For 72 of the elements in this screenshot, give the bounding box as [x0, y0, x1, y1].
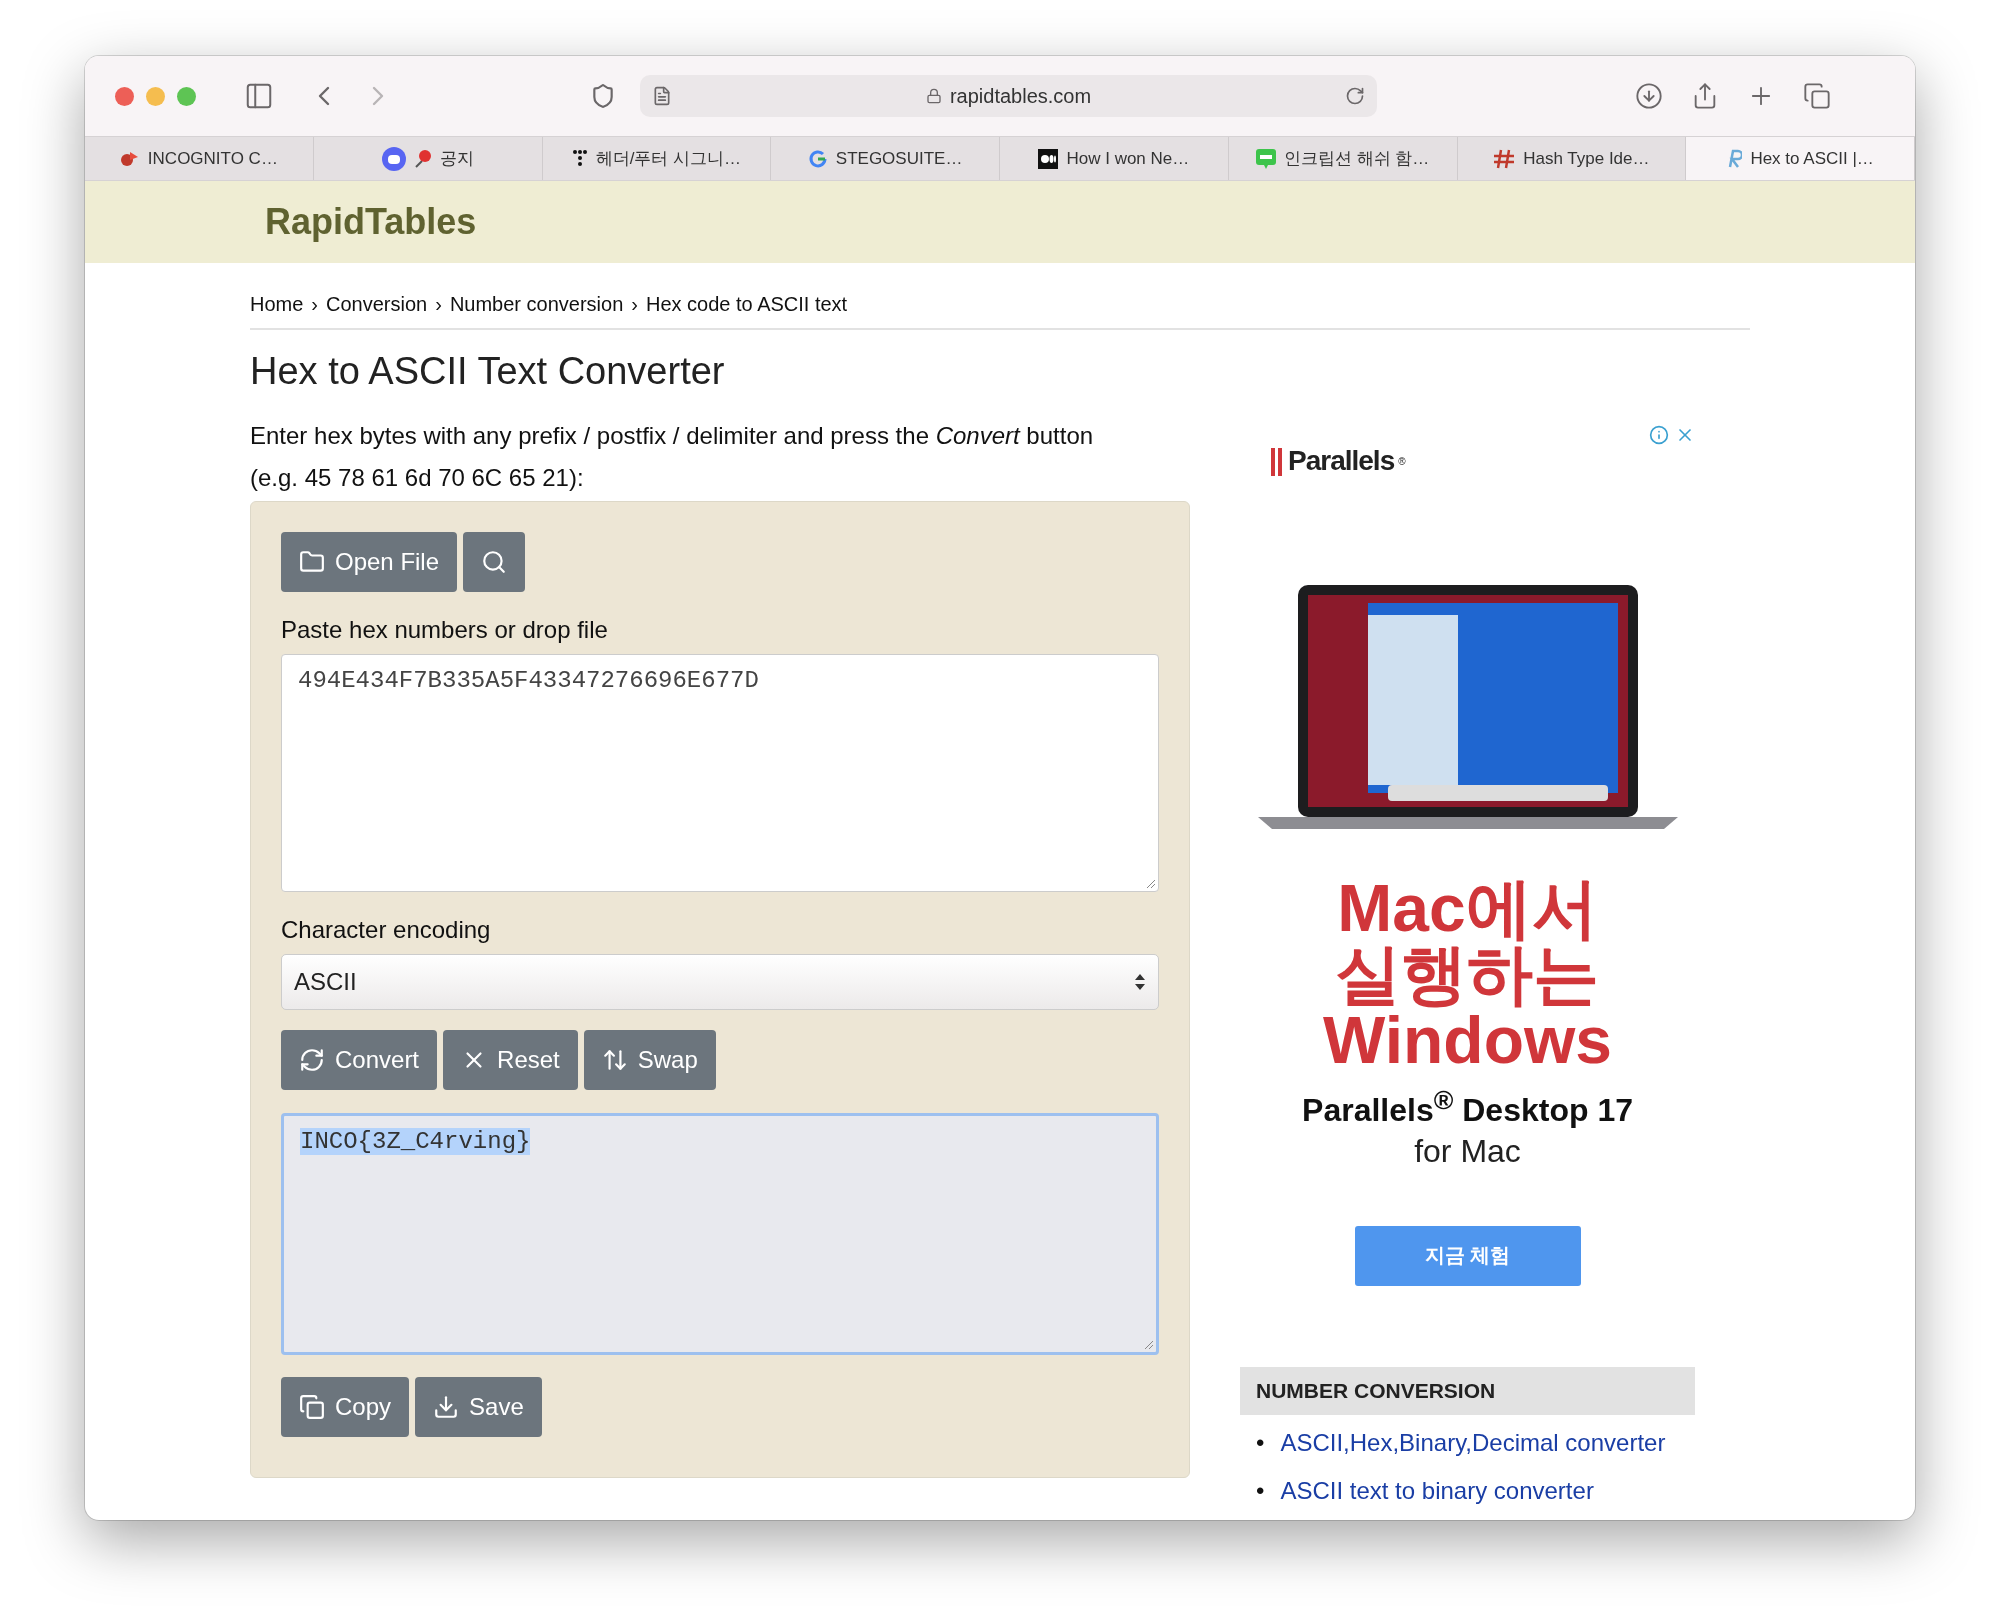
sidebar-link[interactable]: ASCII text to binary converter [1280, 1467, 1594, 1515]
breadcrumb-link[interactable]: Conversion [326, 293, 428, 316]
refresh-icon [299, 1047, 325, 1073]
breadcrumb-link[interactable]: Home [250, 293, 304, 316]
speech-bubble-icon [1255, 148, 1276, 169]
trademark-mark: ® [1398, 455, 1406, 467]
sidebar-heading: NUMBER CONVERSION [1240, 1367, 1695, 1415]
browser-tab[interactable]: 헤더/푸터 시그니… [542, 137, 772, 180]
g-letter-icon [807, 148, 828, 169]
download-icon[interactable] [1635, 82, 1663, 110]
breadcrumb-separator: › [311, 293, 319, 316]
browser-tab[interactable]: 인크립션 해쉬 함… [1228, 137, 1458, 180]
search-icon [481, 549, 508, 575]
updown-caret-icon [1134, 972, 1146, 992]
pin-icon [413, 148, 432, 169]
output-field[interactable]: INCO{3Z_C4rving} [281, 1113, 1159, 1355]
ad-headline: Mac에서 [1336, 875, 1599, 941]
sidebar-link[interactable]: ASCII,Hex,Binary,Decimal converter [1280, 1419, 1666, 1467]
swap-button[interactable]: Swap [583, 1030, 716, 1090]
hex-input-field[interactable]: 494E434F7B335A5F43347276696E677D [281, 654, 1159, 892]
browser-tab[interactable]: Hex to ASCII |… [1686, 137, 1915, 180]
browser-tab[interactable]: 공지 [313, 137, 543, 180]
breadcrumb-separator: › [435, 293, 442, 316]
breadcrumb-link[interactable]: Hex code to ASCII text [645, 293, 848, 316]
convert-button[interactable]: Convert [281, 1030, 438, 1090]
search-button[interactable] [463, 532, 526, 592]
encoding-label: Character encoding [281, 916, 492, 944]
resize-grip-icon[interactable] [1145, 878, 1155, 888]
close-window-button[interactable] [115, 86, 134, 106]
browser-tab[interactable]: INCOGNITO C… [85, 137, 314, 180]
shield-icon[interactable] [590, 83, 616, 109]
copy-icon [299, 1394, 325, 1420]
copy-button[interactable]: Copy [281, 1377, 410, 1437]
lock-icon [925, 88, 942, 104]
bullet: • [1256, 1476, 1265, 1506]
page-title: Hex to ASCII Text Converter [250, 350, 726, 393]
reload-icon[interactable] [1345, 86, 1365, 106]
browser-tab[interactable]: How I won Ne… [1000, 137, 1229, 180]
resize-grip-icon[interactable] [1143, 1339, 1153, 1349]
dots-icon [571, 148, 588, 169]
address-bar[interactable]: rapidtables.com [640, 75, 1377, 117]
ad-headline: 실행하는 [1334, 941, 1601, 1007]
instruction-text: Enter hex bytes with any prefix / postfix / delimiter and press the Convert button [250, 421, 1095, 451]
breadcrumb-separator: › [631, 293, 638, 316]
download-icon [433, 1394, 460, 1420]
instruction-text: (e.g. 45 78 61 6d 70 6C 65 21): [250, 463, 585, 493]
favicon-icon [119, 149, 140, 168]
up-down-arrows-icon [601, 1047, 628, 1073]
page-icon[interactable] [652, 86, 672, 106]
reset-button[interactable]: Reset [443, 1030, 578, 1090]
open-file-button[interactable]: Open File [281, 532, 458, 592]
brand-logo: Parallels [1288, 445, 1395, 477]
hash-icon [1493, 148, 1516, 169]
url-text: rapidtables.com [949, 84, 1092, 108]
dots-square-icon [1038, 148, 1059, 169]
encoding-select[interactable]: ASCII [281, 954, 1159, 1010]
bullet: • [1256, 1428, 1265, 1458]
sidebar-icon[interactable] [244, 81, 274, 111]
browser-tab[interactable]: STEGOSUITE… [771, 137, 1000, 180]
chat-icon [381, 146, 406, 171]
site-logo[interactable]: RapidTables [265, 201, 477, 243]
product-name: Parallels$^{®}$ Desktop 17 [1302, 1085, 1633, 1129]
letter-r-icon [1726, 148, 1743, 169]
breadcrumb-link[interactable]: Number conversion [449, 293, 624, 316]
ad-headline: Windows [1322, 1007, 1612, 1073]
save-button[interactable]: Save [415, 1377, 542, 1437]
folder-icon [299, 549, 325, 575]
info-icon[interactable] [1649, 425, 1669, 445]
input-label: Paste hex numbers or drop file [281, 616, 609, 644]
bars-icon [1270, 446, 1284, 476]
tabs-overview-icon[interactable] [1803, 82, 1831, 110]
product-subtitle: for Mac [1414, 1132, 1521, 1170]
